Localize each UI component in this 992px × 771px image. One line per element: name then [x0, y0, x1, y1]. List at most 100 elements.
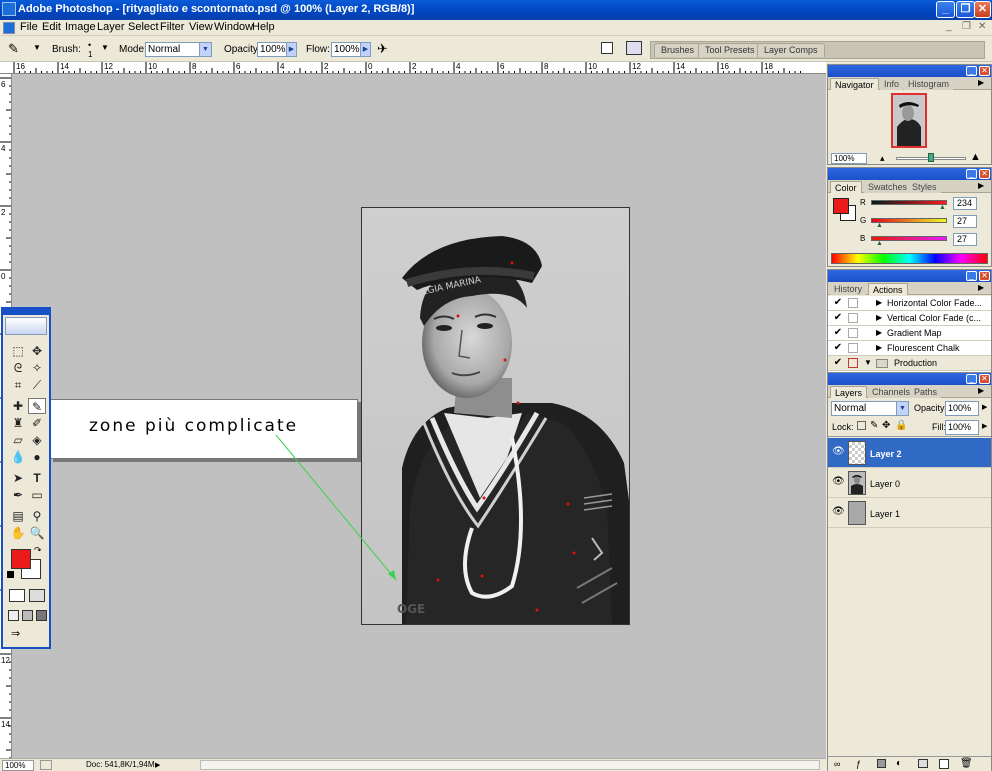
delete-layer-icon[interactable]: 🗑 [960, 758, 973, 769]
path-selection-tool-icon[interactable]: ➤ [9, 470, 27, 486]
navigator-zoom-field[interactable]: 100% [831, 153, 867, 164]
tab-navigator[interactable]: Navigator [830, 78, 879, 90]
actions-minimize-button[interactable]: _ [966, 271, 977, 281]
menu-select[interactable]: Select [128, 21, 159, 33]
notes-tool-icon[interactable]: ▤ [9, 508, 27, 524]
b-slider-thumb[interactable]: ▲ [876, 240, 883, 247]
well-tab-tool-presets[interactable]: Tool Presets [698, 43, 762, 57]
mode-select[interactable]: Normal ▼ [145, 42, 212, 57]
brush-picker-chevron-icon[interactable]: ▼ [101, 43, 109, 52]
paint-bucket-tool-icon[interactable]: ◈ [28, 432, 46, 448]
tab-swatches[interactable]: Swatches [864, 181, 912, 193]
navigator-minimize-button[interactable]: _ [966, 66, 977, 76]
flow-field[interactable]: 100% ▶ [331, 42, 371, 57]
dialog-toggle[interactable] [848, 313, 858, 323]
tab-histogram[interactable]: Histogram [904, 78, 954, 90]
menu-edit[interactable]: Edit [42, 21, 61, 33]
menu-help[interactable]: Help [252, 21, 275, 33]
action-item[interactable]: ✔ ▶ Vertical Color Fade (c... [828, 311, 991, 326]
menu-view[interactable]: View [189, 21, 213, 33]
color-menu-icon[interactable]: ▶ [978, 181, 984, 190]
color-ramp[interactable] [831, 253, 988, 264]
flow-arrow-icon[interactable]: ▶ [360, 43, 370, 56]
lock-all-icon[interactable]: 🔒 [895, 420, 907, 431]
blend-mode-dropdown-icon[interactable]: ▼ [896, 402, 908, 415]
color-foreground-swatch[interactable] [833, 198, 849, 214]
action-check-icon[interactable]: ✔ [833, 298, 843, 308]
zoom-tool-icon[interactable]: 🔍 [28, 525, 46, 541]
new-group-icon[interactable] [918, 759, 928, 768]
swap-colors-icon[interactable]: ↷ [34, 545, 42, 556]
add-mask-icon[interactable] [877, 759, 886, 768]
menu-window[interactable]: Window [214, 21, 253, 33]
actions-panel-titlebar[interactable]: _ ✕ [828, 270, 991, 282]
collapse-triangle-icon[interactable]: ▼ [864, 358, 872, 367]
layers-menu-icon[interactable]: ▶ [978, 386, 984, 395]
rectangle-tool-icon[interactable]: ▭ [28, 487, 46, 503]
close-button[interactable]: ✕ [974, 1, 991, 18]
new-layer-icon[interactable] [939, 759, 949, 769]
adjustment-layer-icon[interactable]: ◐ [896, 758, 902, 769]
g-slider-thumb[interactable]: ▲ [876, 222, 883, 229]
standard-screen-mode-icon[interactable] [8, 610, 19, 621]
eyedropper-tool-icon[interactable]: ⚲ [28, 508, 46, 524]
tab-paths[interactable]: Paths [910, 386, 942, 398]
tab-color[interactable]: Color [830, 181, 862, 193]
tab-styles[interactable]: Styles [908, 181, 941, 193]
zoom-in-icon[interactable]: ▲ [970, 151, 981, 163]
expand-triangle-icon[interactable]: ▶ [876, 298, 882, 307]
dialog-toggle[interactable] [848, 298, 858, 308]
brush-tool-preset-icon[interactable]: ✎ [8, 41, 30, 57]
zoom-out-icon[interactable]: ▴ [880, 153, 885, 164]
default-colors-icon[interactable] [7, 571, 14, 578]
palette-well-icon[interactable] [626, 41, 642, 55]
marquee-tool-icon[interactable]: ⬚ [9, 343, 27, 359]
visibility-eye-icon[interactable]: 👁 [832, 447, 845, 457]
color-minimize-button[interactable]: _ [966, 169, 977, 179]
dodge-tool-icon[interactable]: ● [28, 449, 46, 465]
horizontal-scrollbar[interactable] [200, 760, 820, 770]
g-value-field[interactable]: 27 [953, 215, 977, 228]
menu-image[interactable]: Image [65, 21, 96, 33]
opacity-arrow-icon[interactable]: ▶ [286, 43, 296, 56]
r-value-field[interactable]: 234 [953, 197, 977, 210]
lock-position-icon[interactable]: ✥ [882, 420, 890, 431]
lasso-tool-icon[interactable]: ᘓ [9, 360, 27, 376]
blur-tool-icon[interactable]: 💧 [9, 449, 27, 465]
pen-tool-icon[interactable]: ✒ [9, 487, 27, 503]
dialog-toggle[interactable] [848, 358, 858, 368]
menu-filter[interactable]: Filter [160, 21, 184, 33]
status-icon[interactable] [40, 760, 52, 770]
layers-minimize-button[interactable]: _ [966, 374, 977, 384]
action-item[interactable]: ✔ ▶ Flourescent Chalk [828, 341, 991, 356]
navigator-menu-icon[interactable]: ▶ [978, 78, 984, 87]
navigator-close-button[interactable]: ✕ [979, 66, 990, 76]
menu-layer[interactable]: Layer [97, 21, 125, 33]
opacity-field[interactable]: 100% ▶ [257, 42, 297, 57]
history-brush-tool-icon[interactable]: ✐ [28, 415, 46, 431]
clone-stamp-tool-icon[interactable]: ♜ [9, 415, 27, 431]
hand-tool-icon[interactable]: ✋ [9, 525, 27, 541]
minimize-button[interactable]: _ [936, 1, 955, 18]
expand-triangle-icon[interactable]: ▶ [876, 313, 882, 322]
doc-restore-button[interactable]: ❐ [962, 21, 971, 32]
jump-to-imageready-icon[interactable]: ⇒ [11, 627, 43, 641]
fill-arrow-icon[interactable]: ▶ [982, 422, 987, 430]
type-tool-icon[interactable]: T [28, 470, 46, 486]
file-browser-icon[interactable] [601, 42, 613, 54]
standard-mode-icon[interactable] [9, 589, 25, 602]
ruler-horizontal[interactable]: 16 14 12 10 8 6 4 2 0 2 4 6 8 10 12 14 16 18 [0, 62, 826, 74]
navigator-panel-titlebar[interactable]: _ ✕ [828, 65, 991, 77]
layer-row[interactable]: 👁 Layer 2 [828, 438, 991, 468]
well-tab-layer-comps[interactable]: Layer Comps [757, 43, 825, 57]
layer-style-icon[interactable]: ƒ [856, 759, 861, 769]
action-check-icon[interactable]: ✔ [833, 343, 843, 353]
color-close-button[interactable]: ✕ [979, 169, 990, 179]
magic-wand-tool-icon[interactable]: ✧ [28, 360, 46, 376]
mode-dropdown-icon[interactable]: ▼ [199, 43, 211, 56]
layer-opacity-arrow-icon[interactable]: ▶ [982, 403, 987, 411]
action-item[interactable]: ✔ ▶ Gradient Map [828, 326, 991, 341]
dialog-toggle[interactable] [848, 343, 858, 353]
healing-brush-tool-icon[interactable]: ✚ [9, 398, 27, 414]
b-value-field[interactable]: 27 [953, 233, 977, 246]
